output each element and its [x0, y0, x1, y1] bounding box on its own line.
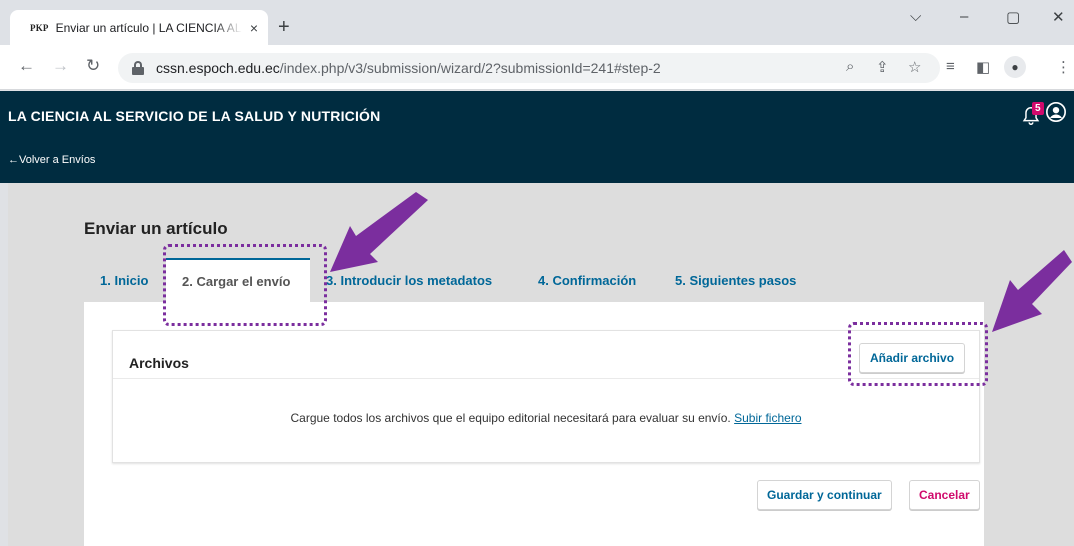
page-title: Enviar un artículo: [84, 219, 228, 238]
zoom-icon[interactable]: ⌕: [846, 58, 854, 75]
files-title: Archivos: [129, 355, 189, 371]
annotation-arrow-icon: [992, 250, 1072, 332]
close-icon[interactable]: ×: [250, 20, 258, 36]
profile-avatar-icon[interactable]: ●: [1004, 56, 1026, 78]
address-bar[interactable]: cssn.espoch.edu.ec/index.php/v3/submissi…: [118, 53, 940, 83]
user-account-icon[interactable]: [1045, 101, 1067, 123]
annotation-highlight-add-file: [848, 322, 988, 386]
menu-dots-icon[interactable]: ⋮: [1056, 58, 1071, 76]
back-arrow-icon[interactable]: ←: [18, 56, 35, 76]
tab-siguientes-pasos[interactable]: 5. Siguientes pasos: [659, 258, 812, 302]
site-header: LA CIENCIA AL SERVICIO DE LA SALUD Y NUT…: [0, 91, 1074, 183]
site-title[interactable]: LA CIENCIA AL SERVICIO DE LA SALUD Y NUT…: [8, 108, 380, 124]
tab-inicio[interactable]: 1. Inicio: [84, 258, 164, 302]
chevron-down-icon[interactable]: ⌵: [910, 8, 921, 25]
annotation-arrow-icon: [330, 192, 428, 272]
tab-confirmacion[interactable]: 4. Confirmación: [522, 258, 652, 302]
browser-tabstrip: PKP Enviar un artículo | LA CIENCIA AL S…: [0, 0, 1074, 45]
new-tab-icon[interactable]: +: [278, 17, 290, 37]
reading-list-icon[interactable]: ≡: [946, 58, 955, 75]
window-close-icon[interactable]: ✕: [1052, 8, 1065, 26]
browser-tab[interactable]: PKP Enviar un artículo | LA CIENCIA AL S…: [10, 10, 268, 45]
browser-toolbar: ← → ↻ cssn.espoch.edu.ec/index.php/v3/su…: [0, 45, 1074, 90]
upload-file-link[interactable]: Subir fichero: [734, 411, 801, 425]
reload-icon[interactable]: ↻: [86, 56, 100, 76]
back-to-submissions-link[interactable]: ←Volver a Envíos: [8, 154, 95, 166]
save-continue-button[interactable]: Guardar y continuar: [757, 480, 892, 510]
notification-badge: 5: [1032, 102, 1044, 115]
side-panel-icon[interactable]: ◧: [976, 58, 990, 76]
files-instruction: Cargue todos los archivos que el equipo …: [113, 411, 979, 425]
url-text: cssn.espoch.edu.ec/index.php/v3/submissi…: [156, 60, 661, 76]
annotation-highlight-tab: [163, 244, 327, 326]
pkp-favicon-icon: PKP: [30, 22, 49, 33]
tab-title: Enviar un artículo | LA CIENCIA AL SERVI…: [55, 20, 242, 35]
minimize-icon[interactable]: –: [960, 8, 968, 25]
cancel-button[interactable]: Cancelar: [909, 480, 980, 510]
share-icon[interactable]: ⇪: [876, 58, 889, 76]
maximize-icon[interactable]: ▢: [1006, 8, 1020, 26]
forward-arrow-icon[interactable]: →: [52, 56, 69, 76]
instruction-text: Cargue todos los archivos que el equipo …: [290, 411, 731, 425]
lock-icon: [132, 61, 144, 75]
bookmark-star-icon[interactable]: ☆: [908, 58, 921, 76]
